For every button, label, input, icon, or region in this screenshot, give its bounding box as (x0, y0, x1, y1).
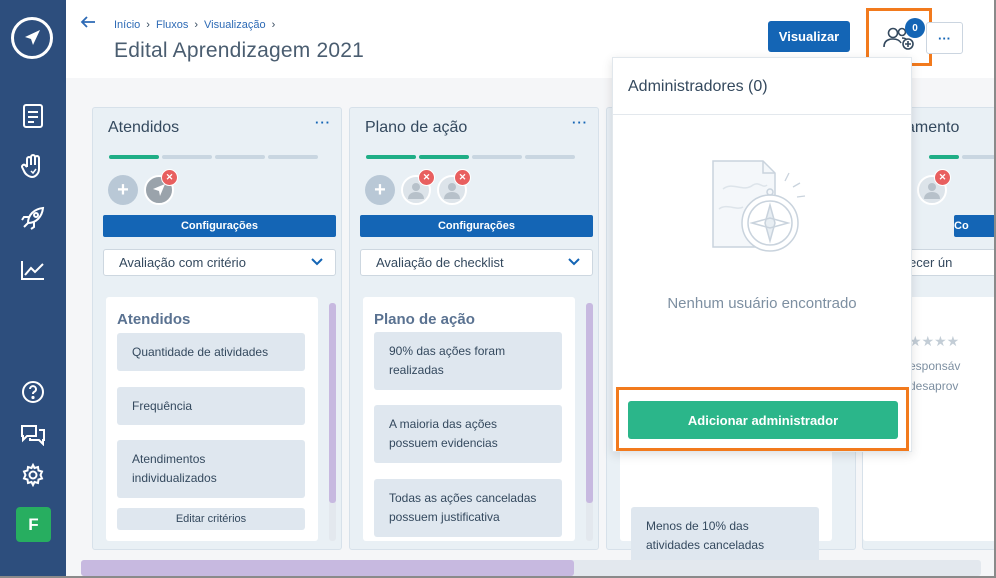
stage-column: Plano de ação ··· + ✕ ✕ Configurações Av… (349, 107, 599, 550)
evaluation-select[interactable]: Avaliação de checklist (360, 249, 593, 276)
highlight-box: Adicionar administrador (616, 387, 909, 451)
remove-user-icon[interactable]: ✕ (454, 169, 471, 186)
checklist-card[interactable]: A maioria das ações possuem evidencias (374, 405, 562, 463)
checklist-card[interactable]: Menos de 10% das atividades canceladas (631, 507, 819, 565)
remove-user-icon[interactable]: ✕ (934, 169, 951, 186)
user-avatar[interactable]: F (16, 507, 51, 542)
vertical-scrollbar[interactable] (329, 303, 336, 541)
criteria-title: Atendidos (117, 311, 191, 328)
breadcrumb-inicio[interactable]: Início (114, 19, 140, 31)
evaluation-select[interactable]: Avaliação com critério (103, 249, 336, 276)
column-title: Plano de ação (365, 119, 468, 136)
more-options-button[interactable]: ··· (926, 22, 963, 54)
edit-criteria-button[interactable]: Editar critérios (117, 508, 305, 530)
compass-document-icon (705, 159, 815, 259)
chat-icon[interactable] (18, 419, 48, 449)
settings-button[interactable]: Co (954, 215, 996, 237)
sidebar: F (0, 0, 66, 578)
breadcrumb-fluxos[interactable]: Fluxos (156, 19, 188, 31)
remove-user-icon[interactable]: ✕ (418, 169, 435, 186)
rating-stars[interactable]: ★★★★ (909, 333, 959, 350)
page-title: Edital Aprendizagem 2021 (114, 39, 364, 62)
stage-progress (366, 155, 575, 159)
column-users: ✕ (917, 169, 951, 205)
checklist-card[interactable]: Todas as ações canceladas possuem justif… (374, 479, 562, 537)
column-more-button[interactable]: ··· (315, 115, 331, 130)
add-user-button[interactable]: + (108, 175, 138, 205)
column-title: Atendidos (108, 119, 180, 136)
column-title: amento (906, 119, 960, 136)
rating-label: esponsáv (909, 359, 961, 373)
breadcrumb: Início › Fluxos › Visualização › (114, 19, 275, 31)
rating-label: desaprov (909, 379, 959, 393)
horizontal-scrollbar[interactable] (81, 560, 981, 576)
add-administrator-button[interactable]: Adicionar administrador (628, 401, 898, 439)
vertical-scrollbar[interactable] (586, 303, 593, 541)
empty-state-text: Nenhum usuário encontrado (667, 295, 857, 312)
stage-progress (109, 155, 318, 159)
settings-icon[interactable] (18, 460, 48, 490)
column-users: + ✕ ✕ (365, 169, 471, 205)
chevron-right-icon: › (194, 19, 199, 31)
user-avatar[interactable]: ✕ (917, 169, 951, 205)
criteria-card[interactable]: Quantidade de atividades (117, 333, 305, 371)
chevron-down-icon (311, 255, 323, 269)
help-icon[interactable] (18, 377, 48, 407)
checklist-title: Plano de ação (374, 311, 475, 328)
administrators-panel: Administradores (0) Nenhum usuário encon… (612, 57, 912, 452)
back-arrow-icon[interactable] (80, 14, 96, 34)
settings-button[interactable]: Configurações (360, 215, 593, 237)
settings-button[interactable]: Configurações (103, 215, 336, 237)
chevron-right-icon: › (146, 19, 150, 31)
remove-user-icon[interactable]: ✕ (161, 169, 178, 186)
chart-icon[interactable] (18, 255, 48, 285)
rocket-icon[interactable] (18, 203, 48, 233)
visualize-button[interactable]: Visualizar (768, 21, 850, 52)
criteria-card[interactable]: Atendimentos individualizados (117, 440, 305, 498)
divider (613, 114, 911, 115)
stage-progress (929, 155, 996, 159)
column-more-button[interactable]: ··· (572, 115, 588, 130)
user-avatar[interactable]: ✕ (437, 169, 471, 205)
panel-title: Administradores (0) (628, 78, 768, 95)
column-users: + ✕ (108, 169, 178, 205)
select-value: Avaliação de checklist (376, 255, 504, 270)
checklist-card[interactable]: 90% das ações foram realizadas (374, 332, 562, 390)
hand-heart-icon[interactable] (18, 151, 48, 181)
app-logo-icon[interactable] (11, 17, 53, 59)
chevron-right-icon: › (271, 19, 276, 31)
checklist-panel: Plano de ação 90% das ações foram realiz… (363, 297, 575, 541)
chevron-down-icon (568, 255, 580, 269)
breadcrumb-visualizacao[interactable]: Visualização (204, 19, 266, 31)
criteria-card[interactable]: Frequência (117, 387, 305, 425)
stage-column: Atendidos ··· + ✕ Configurações Avaliaçã… (92, 107, 342, 550)
add-user-button[interactable]: + (365, 175, 395, 205)
document-icon[interactable] (18, 101, 48, 131)
user-avatar[interactable]: ✕ (144, 169, 178, 205)
select-value: Avaliação com critério (119, 255, 246, 270)
evaluation-select[interactable]: ecer ún (908, 249, 996, 276)
user-avatar[interactable]: ✕ (401, 169, 435, 205)
admin-count-badge: 0 (905, 18, 925, 38)
criteria-panel: Atendidos Quantidade de atividades Frequ… (106, 297, 318, 541)
